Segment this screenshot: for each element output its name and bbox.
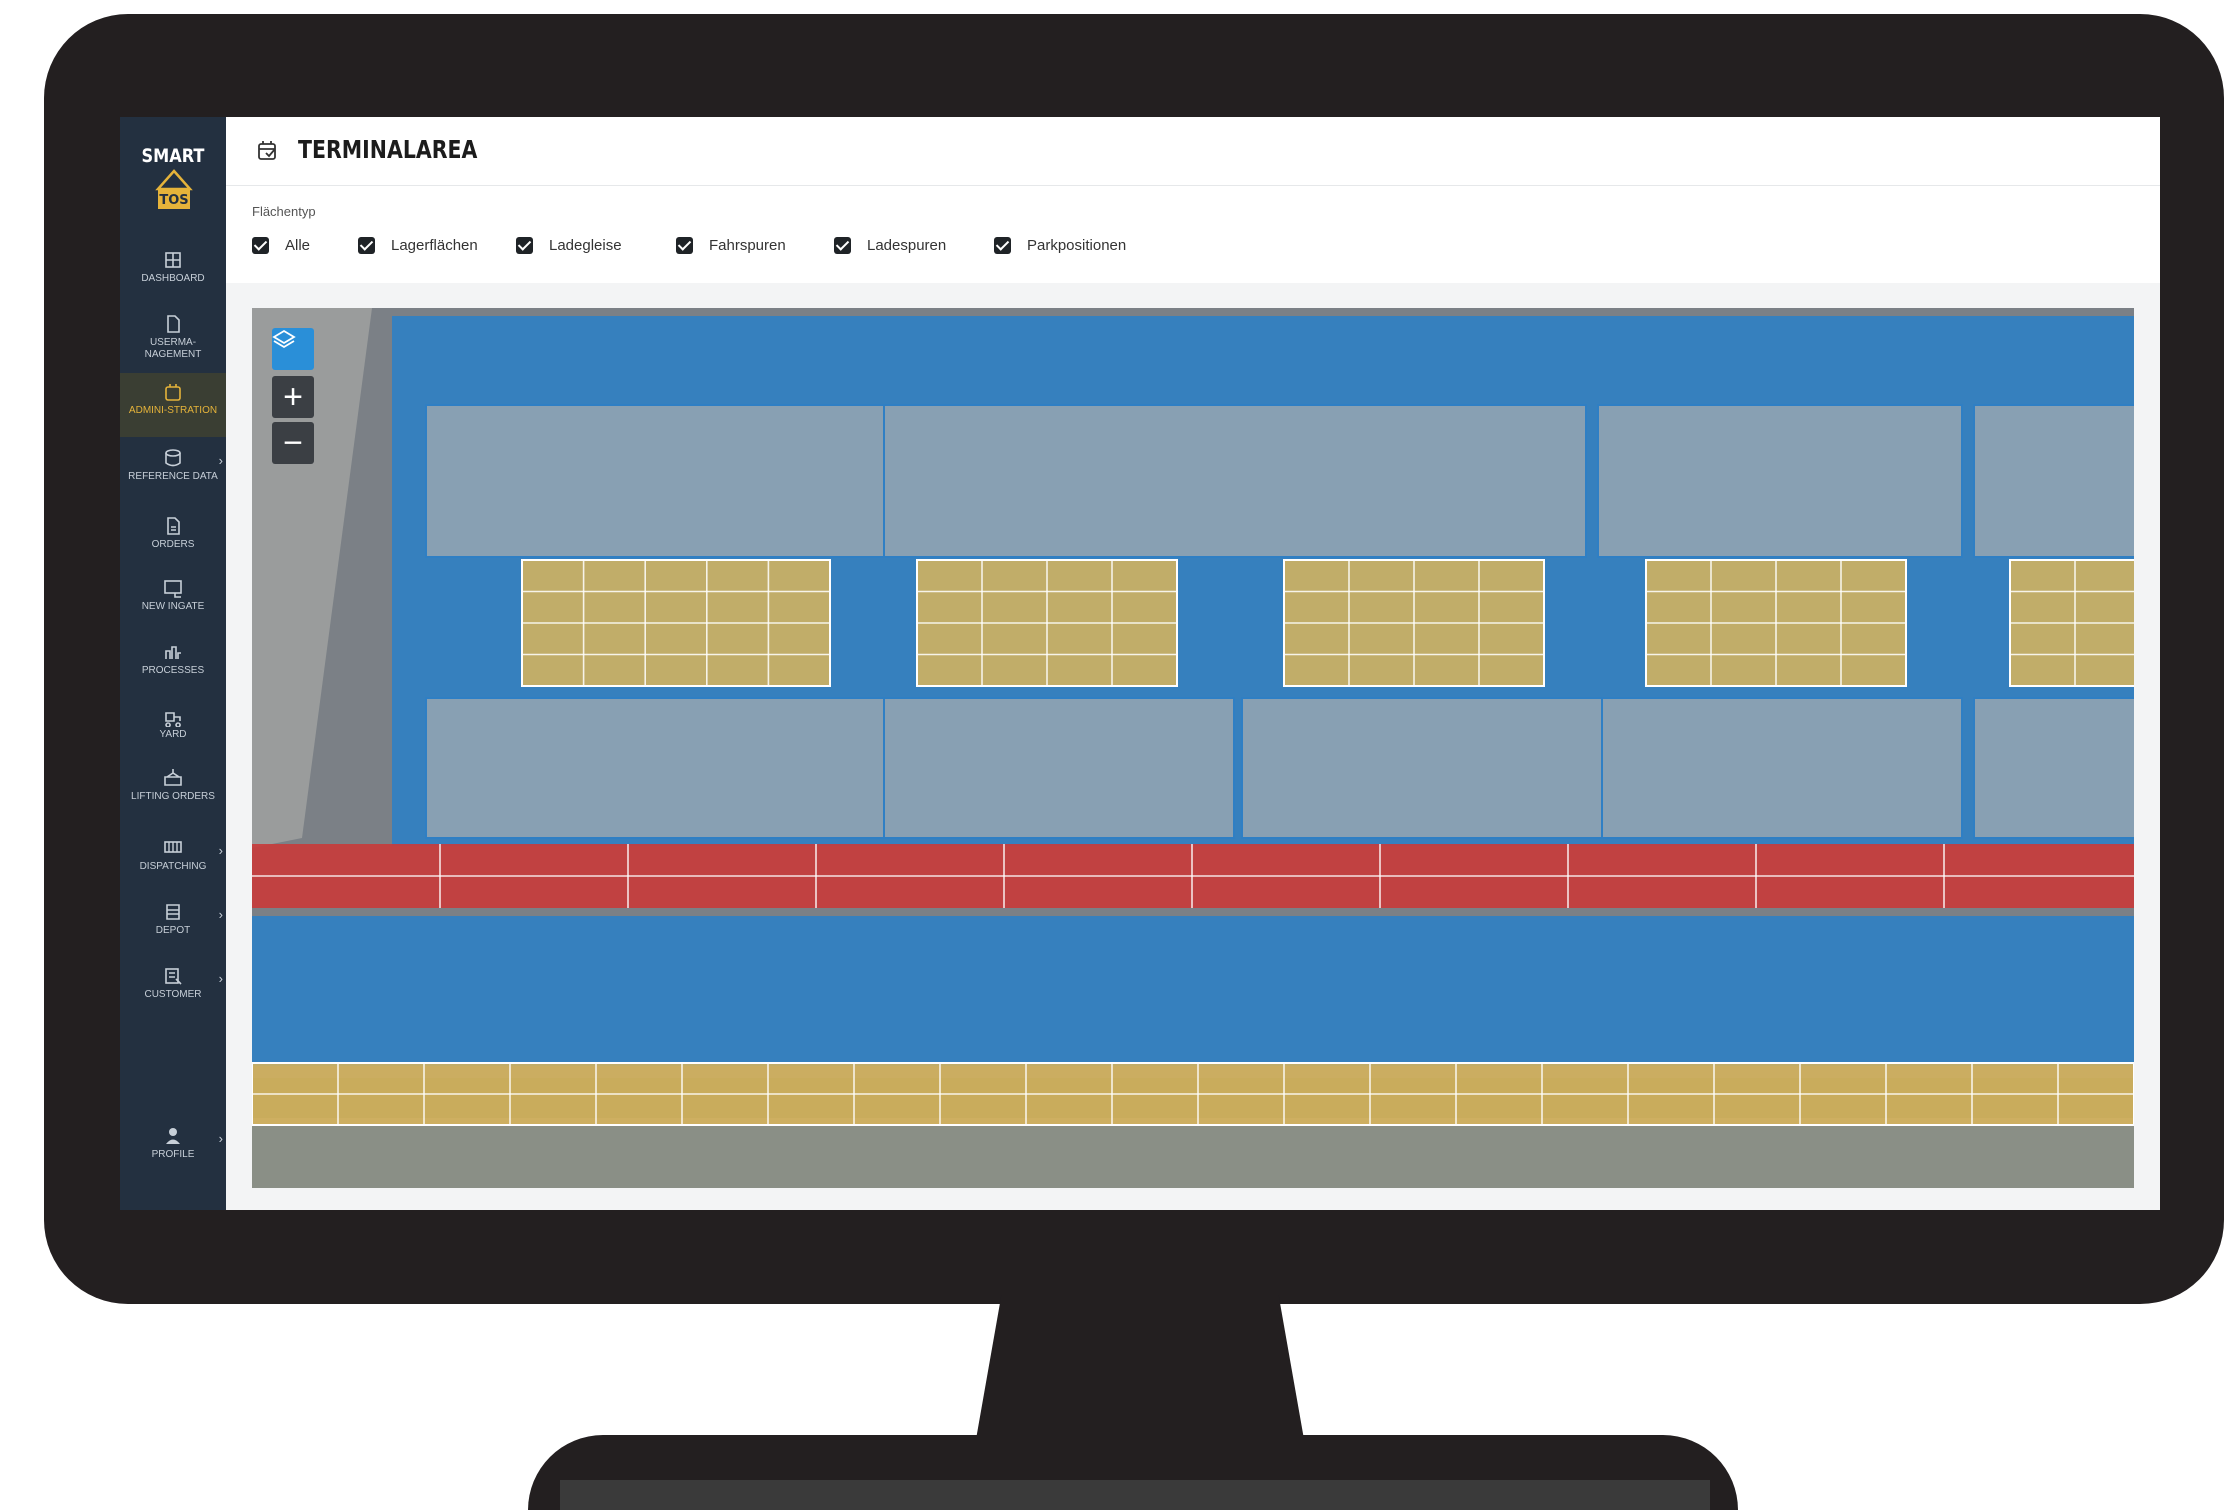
ingate-icon [164,580,182,598]
storage-area[interactable] [425,697,885,839]
user-management-icon [167,315,180,333]
chevron-right-icon: › [218,907,223,922]
filter-label: Ladegleise [549,236,622,254]
logo-badge: TOS [159,193,188,208]
page-header: TERMINALAREA [226,117,2160,186]
checkbox-checked-icon [834,236,851,254]
lifting-orders-icon [164,769,182,786]
sidebar-item-customer[interactable]: CUSTOMER › [120,957,226,1013]
sidebar-item-label: YARD [159,729,187,740]
sidebar-item-label: PROCESSES [141,665,205,676]
monitor-stand-base-shade [560,1480,1710,1510]
sidebar-item-userma-nagement[interactable]: USERMA-NAGEMENT [120,305,226,365]
sidebar-item-dashboard[interactable]: DASHBOARD [120,241,226,297]
terminal-area-icon [258,141,276,160]
sidebar-item-reference-data[interactable]: REFERENCE DATA › [120,439,226,499]
storage-area[interactable] [883,697,1235,839]
filter-bar: Flächentyp Alle Lagerflächen Ladegleise … [226,186,2160,283]
filter-checkbox-lagerflaechen[interactable]: Lagerflächen [358,232,478,258]
sidebar-item-profile[interactable]: PROFILE › [120,1117,226,1177]
app-screen: SMART TOS DASHBOARD USERMA-NAGEMENT ADMINI… [120,117,2160,1210]
checkbox-checked-icon [676,236,693,254]
filter-label: Fahrspuren [709,236,786,254]
yard-icon [165,712,181,727]
storage-area[interactable] [1241,697,1603,839]
storage-area[interactable] [1973,697,2134,839]
sidebar-item-dispatching[interactable]: DISPATCHING › [120,829,226,887]
processes-icon [165,646,181,659]
zoom-out-icon: − [283,424,303,462]
sidebar-item-label: PROFILE [151,1149,195,1160]
checkbox-checked-icon [994,236,1011,254]
storage-area[interactable] [1597,404,1963,558]
zoom-in-icon: + [283,378,303,416]
depot-icon [166,904,180,920]
filter-checkbox-parkpositionen[interactable]: Parkpositionen [994,232,1126,258]
checkbox-checked-icon [358,236,375,254]
sidebar-item-label: DASHBOARD [141,273,205,284]
profile-icon [166,1128,180,1144]
crane-logo-icon: TOS [155,169,193,209]
storage-area[interactable] [1601,697,1963,839]
app-logo[interactable]: SMART TOS [120,117,226,225]
dispatching-icon [164,841,182,853]
filter-checkbox-alle[interactable]: Alle [252,232,310,258]
logo-text: SMART [141,145,205,167]
sidebar-item-processes[interactable]: PROCESSES [120,633,226,687]
terminal-map-canvas[interactable] [252,308,2134,1188]
customer-icon [165,968,182,985]
map-road-bottom [252,1118,2134,1188]
filter-title: Flächentyp [252,204,316,219]
orders-icon [167,517,180,535]
sidebar-item-label: CUSTOMER [144,989,202,1000]
chevron-right-icon: › [218,843,223,858]
zoom-out-button[interactable]: − [272,422,314,464]
reference-data-icon [165,449,181,467]
dashboard-icon [165,252,181,268]
sidebar-item-label: NEW INGATE [141,601,205,612]
filter-label: Lagerflächen [391,236,478,254]
storage-area[interactable] [1973,404,2134,558]
map-layers-button[interactable] [272,328,314,370]
sidebar: SMART TOS DASHBOARD USERMA-NAGEMENT ADMINI… [120,117,226,1210]
filter-label: Ladespuren [867,236,947,254]
chevron-right-icon: › [218,971,223,986]
sidebar-item-yard[interactable]: YARD [120,697,226,751]
sidebar-item-admini-stration[interactable]: ADMINI-STRATION [120,373,226,437]
checkbox-checked-icon [252,236,269,254]
chevron-right-icon: › [218,1131,223,1146]
sidebar-item-label: ADMINI-STRATION [128,405,218,416]
sidebar-item-label: DEPOT [155,925,191,936]
sidebar-item-lifting-orders[interactable]: LIFTING ORDERS [120,759,226,823]
sidebar-item-label: DISPATCHING [139,861,207,872]
filter-checkbox-ladespuren[interactable]: Ladespuren [834,232,946,258]
sidebar-item-orders[interactable]: ORDERS [120,507,226,561]
chevron-right-icon: › [218,453,223,468]
zoom-in-button[interactable]: + [272,376,314,418]
filter-checkbox-fahrspuren[interactable]: Fahrspuren [676,232,786,258]
filter-label: Alle [285,236,311,254]
driving-lane-area[interactable] [252,916,2134,1066]
sidebar-item-label: ORDERS [151,539,195,550]
terminal-map[interactable]: + − [252,308,2134,1188]
filter-checkbox-ladegleise[interactable]: Ladegleise [516,232,622,258]
layers-icon [272,329,296,349]
checkbox-checked-icon [516,236,533,254]
storage-area[interactable] [883,404,1587,558]
sidebar-item-depot[interactable]: DEPOT › [120,893,226,949]
sidebar-item-label: USERMA-NAGEMENT [144,337,202,360]
page-title: TERMINALAREA [298,135,478,164]
filter-label: Parkpositionen [1027,236,1127,254]
sidebar-item-label: LIFTING ORDERS [131,791,215,802]
sidebar-item-new-ingate[interactable]: NEW INGATE [120,569,226,623]
monitor-stand-neck [975,1295,1305,1445]
administration-icon [165,384,181,401]
sidebar-item-label: REFERENCE DATA [128,471,218,482]
map-layers [252,316,2134,1126]
storage-area[interactable] [425,404,885,558]
